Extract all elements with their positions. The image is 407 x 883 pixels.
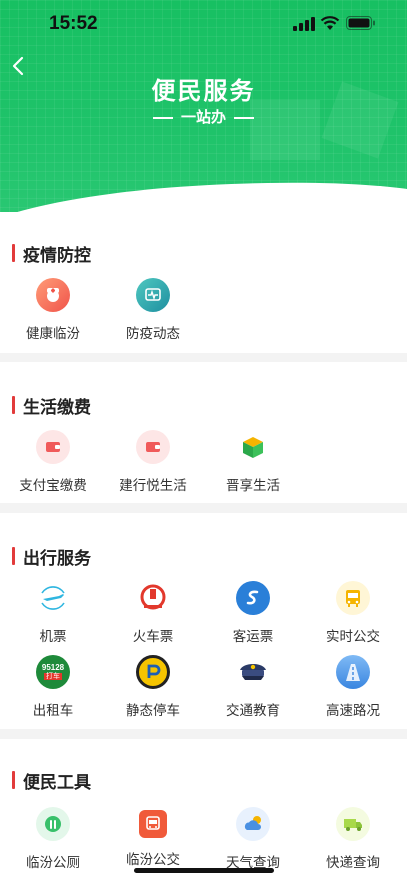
monitor-icon	[136, 278, 170, 312]
section-accent-bar	[12, 244, 15, 262]
home-indicator	[134, 868, 274, 873]
wallet-icon	[136, 430, 170, 464]
toilet-icon	[36, 807, 70, 841]
battery-icon	[346, 16, 375, 30]
subtitle-divider	[234, 116, 254, 119]
service-weather[interactable]: 天气查询	[203, 807, 303, 871]
section-epidemic: 疫情防控 健康临汾 防疫动态	[0, 212, 407, 353]
airplane-icon	[36, 581, 70, 615]
service-realtime-bus[interactable]: 实时公交	[303, 581, 403, 645]
section-tools: 便民工具 临汾公厕 临汾公交 天气查询 快递查询	[0, 739, 407, 883]
bus-icon	[139, 810, 167, 838]
service-express-query[interactable]: 快递查询	[303, 807, 403, 871]
service-train-ticket[interactable]: 火车票	[103, 581, 203, 645]
delivery-truck-icon	[336, 807, 370, 841]
service-flight[interactable]: 机票	[3, 581, 103, 645]
parking-icon	[136, 655, 170, 689]
railway-logo-icon	[136, 581, 170, 615]
section-title: 疫情防控	[12, 242, 91, 266]
service-jinxiang-life[interactable]: 晋享生活	[203, 430, 303, 494]
subtitle-divider	[152, 116, 173, 119]
section-utilities: 生活缴费 支付宝缴费 建行悦生活 晋享生活	[0, 362, 407, 503]
nurse-icon	[36, 278, 70, 312]
service-static-parking[interactable]: 静态停车	[103, 655, 203, 719]
coach-logo-icon	[236, 581, 270, 615]
wifi-icon	[320, 16, 340, 30]
section-accent-bar	[12, 547, 15, 565]
subtitle-text: 一站办	[180, 108, 226, 126]
service-coach-ticket[interactable]: 客运票	[203, 581, 303, 645]
section-title: 生活缴费	[12, 394, 91, 418]
section-travel: 出行服务 机票 火车票 客运票 实时公交 95128 打车 出租车 静态停车 交…	[0, 513, 407, 729]
weather-icon	[236, 807, 270, 841]
page-subtitle: 一站办	[0, 106, 407, 127]
taxi-badge-text: 打车	[44, 672, 62, 680]
section-accent-bar	[12, 396, 15, 414]
page-title: 便民服务	[151, 77, 256, 105]
service-traffic-education[interactable]: 交通教育	[203, 655, 303, 719]
police-cap-icon	[236, 655, 270, 689]
section-title: 便民工具	[12, 769, 91, 793]
road-icon	[336, 655, 370, 689]
service-ccb-life[interactable]: 建行悦生活	[103, 430, 203, 494]
section-accent-bar	[12, 771, 15, 789]
section-title: 出行服务	[12, 545, 91, 569]
service-alipay-pay[interactable]: 支付宝缴费	[3, 430, 103, 494]
status-bar: 15:52	[0, 0, 407, 48]
taxi-badge-icon: 95128 打车	[36, 655, 70, 689]
status-time: 15:52	[49, 13, 98, 34]
service-epidemic-news[interactable]: 防疫动态	[103, 278, 203, 342]
service-health-linfen[interactable]: 健康临汾	[3, 278, 103, 342]
box-logo-icon	[236, 430, 270, 464]
bus-icon	[336, 581, 370, 615]
taxi-badge-number: 95128	[41, 663, 65, 672]
service-taxi[interactable]: 95128 打车 出租车	[3, 655, 103, 719]
wallet-icon	[36, 430, 70, 464]
service-linfen-bus[interactable]: 临汾公交	[103, 807, 203, 868]
signal-icon	[293, 17, 315, 31]
service-public-toilet[interactable]: 临汾公厕	[3, 807, 103, 871]
service-highway-status[interactable]: 高速路况	[303, 655, 403, 719]
